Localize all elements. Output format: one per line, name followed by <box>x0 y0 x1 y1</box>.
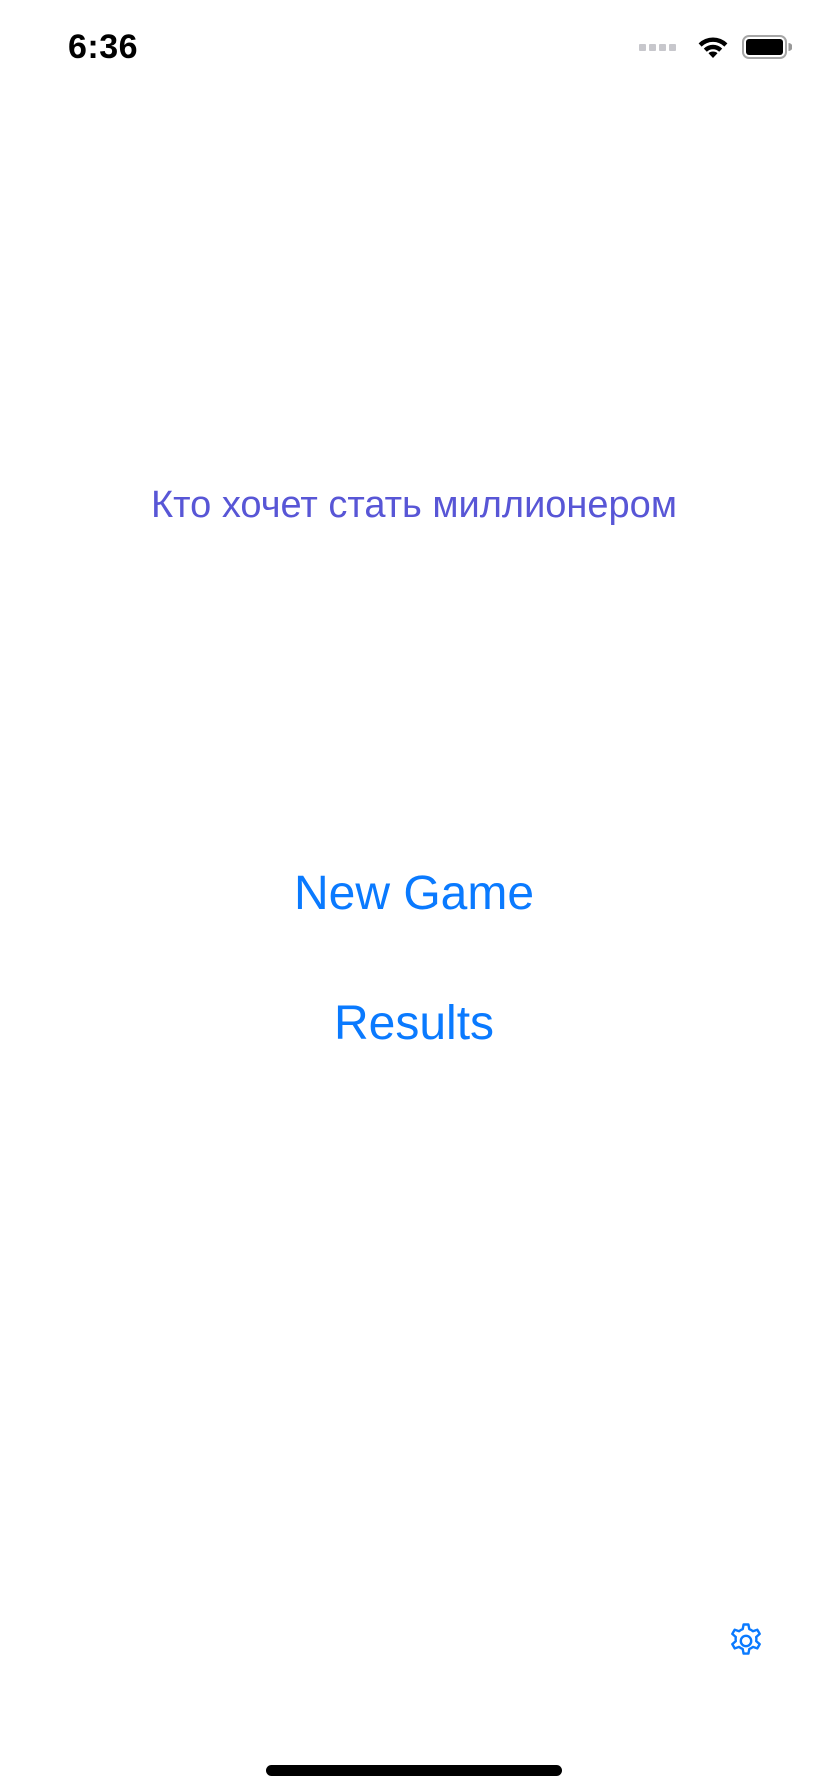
status-bar: 6:36 <box>0 0 828 100</box>
app-title: Кто хочет стать миллионером <box>151 484 677 526</box>
battery-icon <box>742 35 792 59</box>
settings-button[interactable] <box>726 1621 766 1661</box>
status-time: 6:36 <box>68 28 139 66</box>
new-game-button[interactable]: New Game <box>0 866 828 921</box>
results-button[interactable]: Results <box>0 996 828 1051</box>
gear-icon <box>731 1623 761 1655</box>
cellular-signal-icon <box>639 43 676 51</box>
home-indicator <box>266 1765 562 1776</box>
wifi-icon <box>698 37 728 58</box>
status-icons <box>639 34 792 60</box>
main-screen: 6:36 Кто хочет стать миллионером New Gam… <box>0 0 828 1792</box>
